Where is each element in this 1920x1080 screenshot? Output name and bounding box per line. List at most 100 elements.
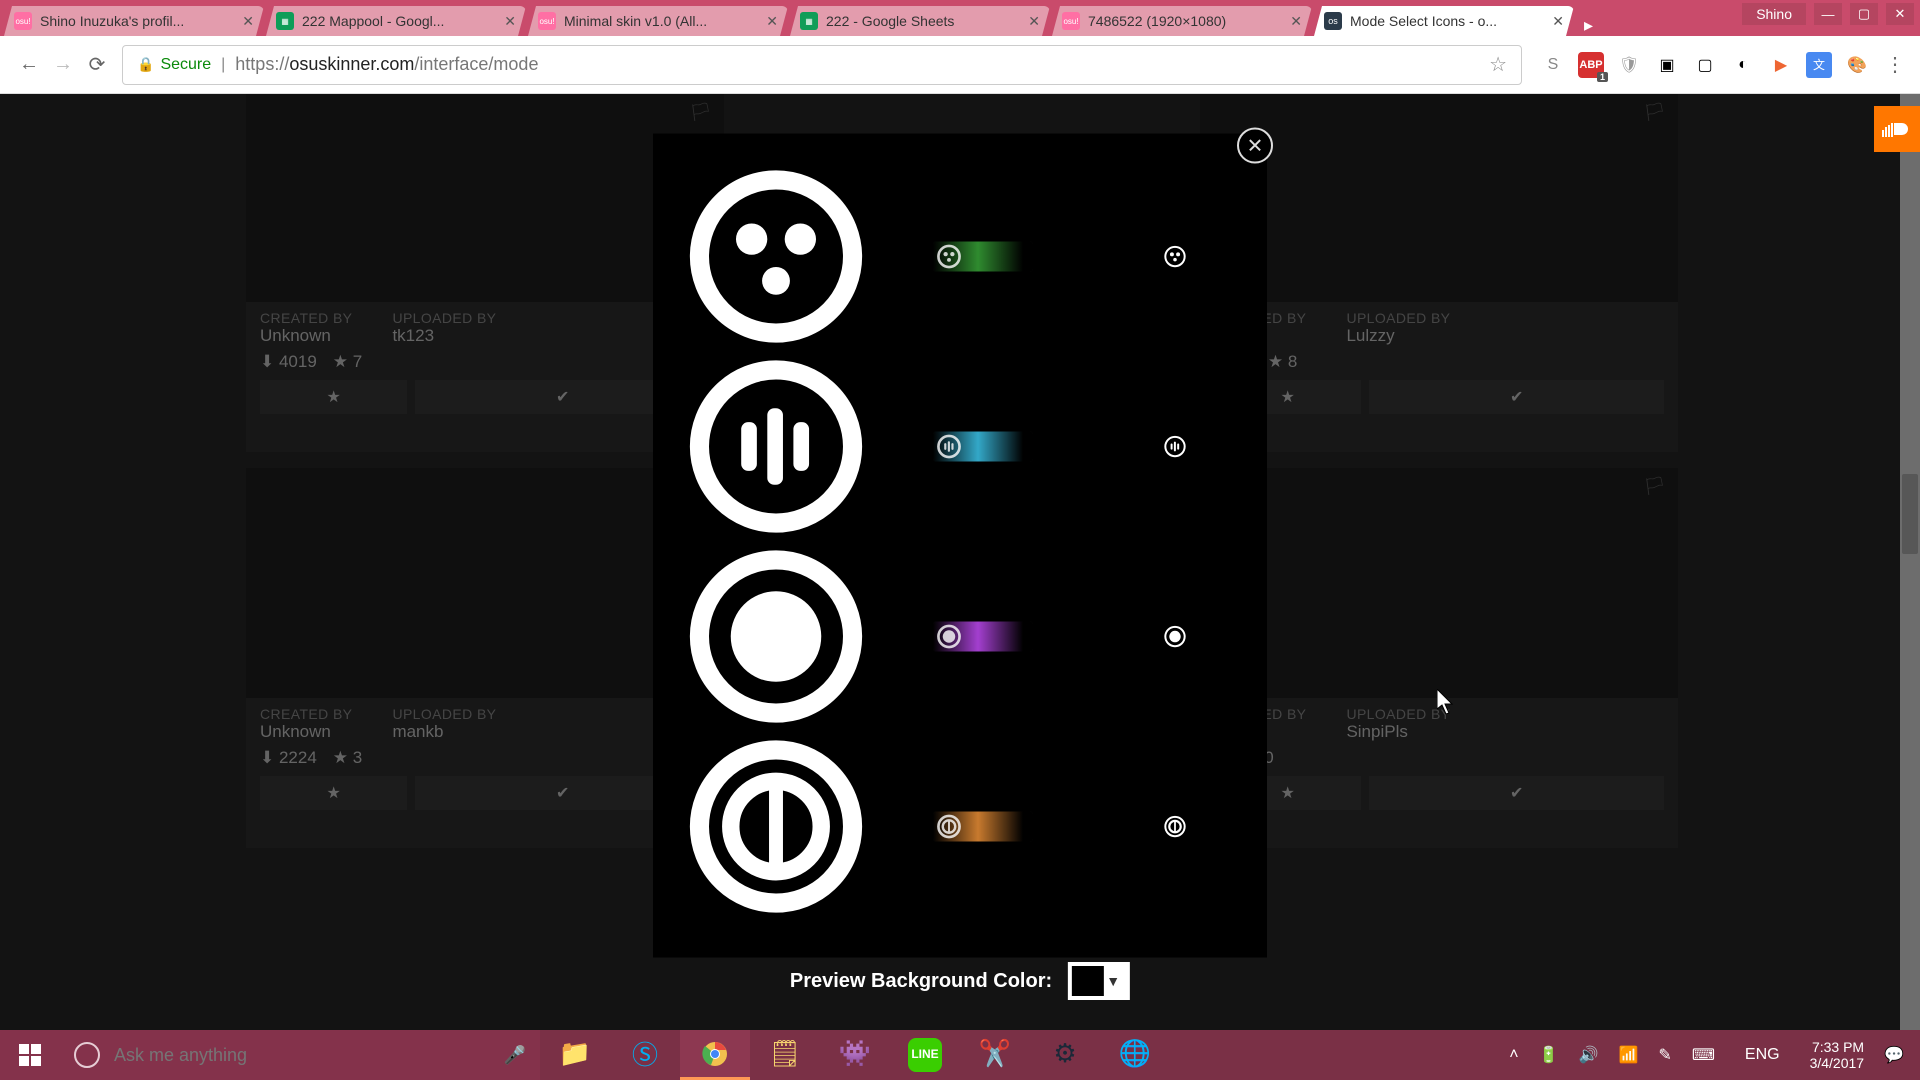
mode-small-icon[interactable] [1163,245,1187,269]
mode-row [689,550,1231,724]
tab-close-icon[interactable]: ✕ [242,13,254,30]
volume-icon[interactable]: 🔊 [1579,1045,1599,1065]
task-notes-icon[interactable]: 🗒 [750,1030,820,1080]
tab-2[interactable]: osu! Minimal skin v1.0 (All...✕ [528,6,788,36]
ext-abp-icon[interactable]: ABP1 [1578,52,1604,78]
tab-close-icon[interactable]: ✕ [504,13,516,30]
tab-label: 222 Mappool - Googl... [302,13,504,29]
mode-row [689,170,1231,344]
page-content: 🏳 CREATED BYUnknown UPLOADED BYtk123 ⬇ 4… [0,94,1920,1030]
pen-icon[interactable]: ✎ [1658,1045,1671,1065]
win-user[interactable]: Shino [1742,3,1806,25]
tab-label: Mode Select Icons - o... [1350,13,1552,29]
task-snip-icon[interactable]: ✂️ [960,1030,1030,1080]
tab-favicon: os [1324,12,1342,30]
task-chrome-icon[interactable] [680,1030,750,1080]
ext-colors-icon[interactable]: 🎨 [1844,52,1870,78]
mode-large-icon[interactable] [689,550,863,724]
chevron-down-icon: ▼ [1104,973,1122,989]
start-button[interactable] [0,1030,60,1080]
back-button[interactable]: ← [12,48,46,82]
task-line-icon[interactable]: LINE [908,1038,942,1072]
mode-row [689,360,1231,534]
clock-time: 7:33 PM [1810,1039,1865,1055]
mode-small-icon[interactable] [1163,815,1187,839]
tab-1[interactable]: ▦ 222 Mappool - Googl...✕ [266,6,526,36]
tab-5[interactable]: os Mode Select Icons - o...✕ [1314,6,1574,36]
mode-large-icon[interactable] [689,170,863,344]
tab-close-icon[interactable]: ✕ [1290,13,1302,30]
tab-strip: osu!Shino Inuzuka's profil...✕ ▦222 Mapp… [0,0,1920,36]
mode-preview-thumb[interactable] [933,432,1033,462]
ext-translate-icon[interactable]: 文 [1806,52,1832,78]
tab-favicon: osu! [14,12,32,30]
preview-bg-bar: Preview Background Color: ▼ [790,962,1130,1000]
mode-icons-modal: ✕ [653,134,1267,958]
task-icons: 📁 Ⓢ 🗒 👾 LINE ✂️ ⚙ 🌐 [540,1030,1170,1080]
mode-large-icon[interactable] [689,740,863,914]
tab-label: 222 - Google Sheets [826,13,1028,29]
task-explorer-icon[interactable]: 📁 [540,1030,610,1080]
tab-label: Shino Inuzuka's profil... [40,13,242,29]
ext-generic2-icon[interactable]: ▢ [1692,52,1718,78]
search-input[interactable] [114,1045,504,1066]
cortana-search[interactable]: 🎤 [60,1030,540,1080]
forward-button[interactable]: → [46,48,80,82]
secure-badge: Secure [160,56,211,74]
bookmark-star-icon[interactable]: ☆ [1489,52,1507,77]
mode-small-icon[interactable] [1163,625,1187,649]
chrome-menu-icon[interactable]: ⋮ [1882,52,1908,78]
tab-close-icon[interactable]: ✕ [1028,13,1040,30]
extension-bar: S ABP1 🛡 ▣ ▢ ◐ ▶ 文 🎨 ⋮ [1530,52,1908,78]
color-select[interactable]: ▼ [1068,962,1130,1000]
new-tab-button[interactable]: ▸ [1576,15,1604,36]
clock[interactable]: 7:33 PM 3/4/2017 [1810,1039,1865,1071]
cortana-icon [74,1042,100,1068]
win-minimize-icon[interactable]: — [1814,3,1842,25]
tray-expand-icon[interactable]: ˄ [1509,1046,1518,1064]
tab-0[interactable]: osu! Shino Inuzuka's profil...✕ [4,6,264,36]
taskbar: 🎤 📁 Ⓢ 🗒 👾 LINE ✂️ ⚙ 🌐 ˄ 🔋 🔊 📶 ✎ ⌨ ENG 7:… [0,1030,1920,1080]
ext-generic1-icon[interactable]: ▣ [1654,52,1680,78]
tab-label: Minimal skin v1.0 (All... [564,13,766,29]
preview-label: Preview Background Color: [790,970,1052,993]
mode-preview-thumb[interactable] [933,242,1033,272]
reload-button[interactable]: ⟳ [80,48,114,82]
ext-siteinfo-icon[interactable]: S [1540,52,1566,78]
wifi-icon[interactable]: 📶 [1618,1045,1638,1065]
mode-small-icon[interactable] [1163,435,1187,459]
task-steam-icon[interactable]: ⚙ [1030,1030,1100,1080]
keyboard-icon[interactable]: ⌨ [1692,1045,1715,1065]
tab-favicon: osu! [1062,12,1080,30]
tab-favicon: osu! [538,12,556,30]
ext-play-icon[interactable]: ▶ [1768,52,1794,78]
tab-3[interactable]: ▦222 - Google Sheets✕ [790,6,1050,36]
win-close-icon[interactable]: ✕ [1886,3,1914,25]
clock-date: 3/4/2017 [1810,1055,1865,1071]
notifications-icon[interactable]: 💬 [1884,1045,1904,1065]
color-swatch [1072,966,1104,996]
soundcloud-float-icon[interactable] [1874,106,1920,152]
ext-generic3-icon[interactable]: ◐ [1730,52,1756,78]
tab-close-icon[interactable]: ✕ [1552,13,1564,30]
task-skype-icon[interactable]: Ⓢ [610,1030,680,1080]
mode-row [689,740,1231,914]
mic-icon[interactable]: 🎤 [504,1045,526,1066]
tab-close-icon[interactable]: ✕ [766,13,778,30]
win-maximize-icon[interactable]: ▢ [1850,3,1878,25]
address-bar[interactable]: 🔒 Secure | https://osuskinner.com/interf… [122,45,1522,85]
task-discord-icon[interactable]: 👾 [820,1030,890,1080]
modal-close-button[interactable]: ✕ [1237,128,1273,164]
lock-icon: 🔒 [137,56,154,73]
mode-preview-thumb[interactable] [933,812,1033,842]
task-browser2-icon[interactable]: 🌐 [1100,1030,1170,1080]
mode-preview-thumb[interactable] [933,622,1033,652]
mode-large-icon[interactable] [689,360,863,534]
tab-label: 7486522 (1920×1080) [1088,13,1290,29]
language-indicator[interactable]: ENG [1735,1046,1790,1064]
tab-favicon: ▦ [276,12,294,30]
battery-icon[interactable]: 🔋 [1539,1045,1559,1065]
ext-shield-icon[interactable]: 🛡 [1616,52,1642,78]
system-tray: ˄ 🔋 🔊 📶 ✎ ⌨ ENG 7:33 PM 3/4/2017 💬 [1493,1039,1920,1071]
tab-4[interactable]: osu! 7486522 (1920×1080)✕ [1052,6,1312,36]
